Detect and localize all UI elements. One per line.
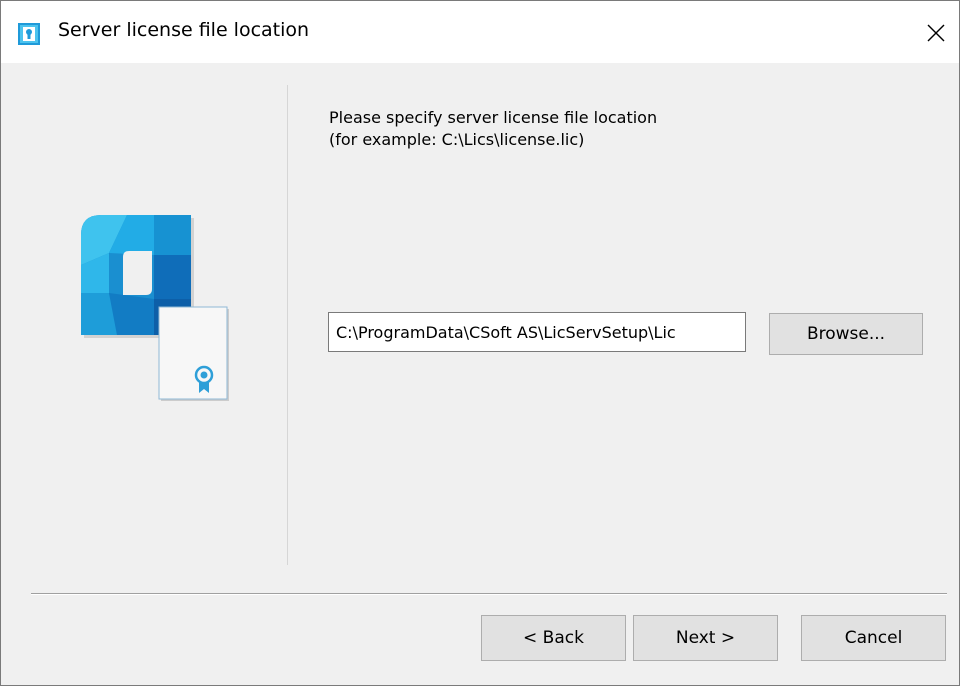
license-server-icon: [18, 23, 40, 45]
window-title: Server license file location: [58, 19, 310, 41]
close-icon: [927, 24, 945, 42]
cancel-button[interactable]: Cancel: [801, 615, 946, 661]
footer-separator-highlight: [31, 594, 947, 595]
browse-button[interactable]: Browse...: [769, 313, 923, 355]
license-certificate-logo: [81, 215, 229, 401]
back-button[interactable]: < Back: [481, 615, 626, 661]
dialog-window: Server license file location Please spec…: [0, 0, 960, 686]
instruction-line-1: Please specify server license file locat…: [329, 108, 658, 127]
next-button[interactable]: Next >: [633, 615, 778, 661]
instruction-text: Please specify server license file locat…: [329, 107, 657, 151]
dialog-content: Please specify server license file locat…: [1, 63, 959, 685]
license-path-input[interactable]: [328, 312, 746, 352]
vertical-divider: [287, 85, 288, 565]
close-button[interactable]: [913, 13, 959, 53]
title-bar: Server license file location: [1, 1, 959, 63]
instruction-line-2: (for example: C:\Lics\license.lic): [329, 130, 585, 149]
